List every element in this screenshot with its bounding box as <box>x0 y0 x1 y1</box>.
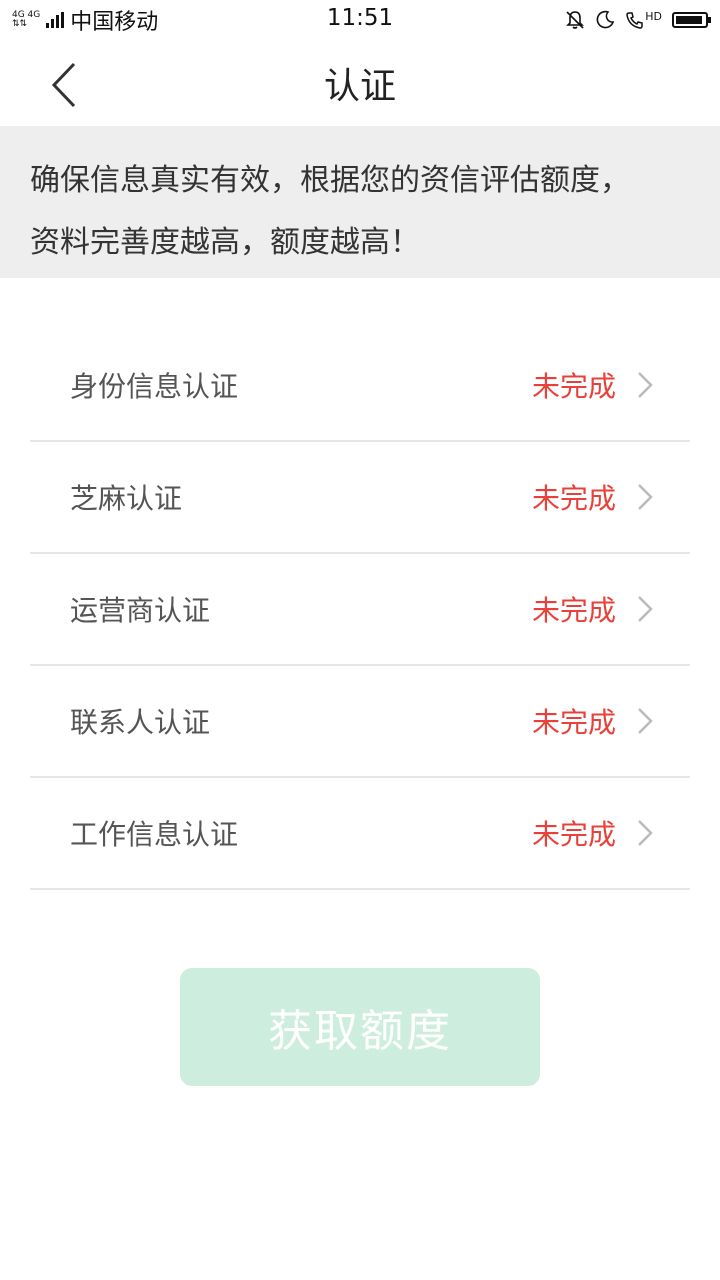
item-right: 未完成 <box>532 589 654 629</box>
battery-icon <box>672 12 711 28</box>
notice-line-2: 资料完善度越高，额度越高！ <box>30 225 420 260</box>
item-label: 工作信息认证 <box>70 818 239 851</box>
carrier-name: 中国移动 <box>70 10 159 35</box>
chevron-right-icon <box>638 708 653 734</box>
get-credit-button[interactable]: 获取额度 <box>180 968 540 1086</box>
item-label: 芝麻认证 <box>70 482 183 515</box>
item-label: 身份信息认证 <box>70 370 239 403</box>
item-right: 未完成 <box>532 701 654 741</box>
chevron-left-icon <box>51 62 76 108</box>
status-label: 未完成 <box>531 482 616 515</box>
status-label: 未完成 <box>531 818 616 851</box>
phone-icon <box>626 12 643 29</box>
status-label: 未完成 <box>531 706 616 739</box>
list-item-carrier[interactable]: 运营商认证 未完成 <box>30 554 690 666</box>
network-type: 4G 4G ⇅⇅ <box>12 11 40 29</box>
nav-bar: 认证 <box>0 40 720 126</box>
list-item-identity[interactable]: 身份信息认证 未完成 <box>30 330 690 442</box>
status-label: 未完成 <box>531 594 616 627</box>
data-arrows-icon: ⇅⇅ <box>12 19 28 29</box>
phone-hd-icon: HD <box>625 10 662 30</box>
verification-list: 身份信息认证 未完成 芝麻认证 未完成 运营商认证 未完成 联系人认证 未完成 … <box>0 330 720 890</box>
list-item-contacts[interactable]: 联系人认证 未完成 <box>30 666 690 778</box>
notice-line-1: 确保信息真实有效，根据您的资信评估额度， <box>30 163 630 198</box>
moon-icon <box>596 10 615 29</box>
status-left: 4G 4G ⇅⇅ 中国移动 <box>12 4 158 36</box>
status-bar: 4G 4G ⇅⇅ 中国移动 11:51 HD <box>0 0 720 40</box>
back-button[interactable] <box>40 60 90 110</box>
hd-label: HD <box>645 10 662 23</box>
item-right: 未完成 <box>532 365 654 405</box>
chevron-right-icon <box>638 484 653 510</box>
status-right: HD <box>565 10 711 30</box>
mute-bell-icon <box>566 11 585 29</box>
chevron-right-icon <box>638 596 653 622</box>
chevron-right-icon <box>638 820 653 846</box>
item-label: 联系人认证 <box>70 706 211 739</box>
page-title: 认证 <box>323 66 396 107</box>
list-item-work[interactable]: 工作信息认证 未完成 <box>30 778 690 890</box>
status-label: 未完成 <box>531 370 616 403</box>
item-label: 运营商认证 <box>70 594 211 627</box>
item-right: 未完成 <box>532 477 654 517</box>
list-item-sesame[interactable]: 芝麻认证 未完成 <box>30 442 690 554</box>
notice-banner: 确保信息真实有效，根据您的资信评估额度， 资料完善度越高，额度越高！ <box>0 126 720 278</box>
item-right: 未完成 <box>532 813 654 853</box>
chevron-right-icon <box>638 372 653 398</box>
signal-icon <box>46 12 65 28</box>
